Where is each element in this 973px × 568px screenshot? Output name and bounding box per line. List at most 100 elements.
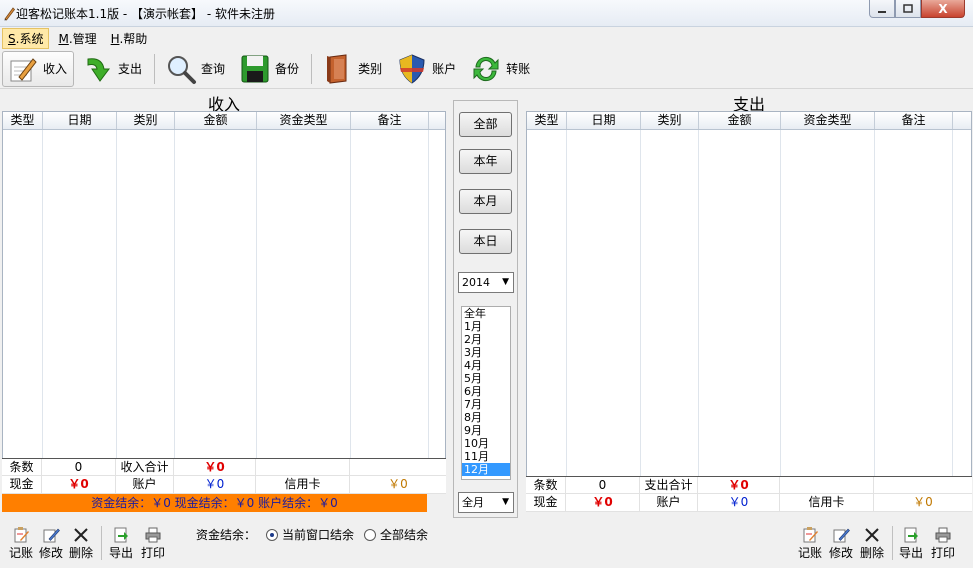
grid-column-line (117, 130, 175, 458)
category-button[interactable]: 类别 (318, 51, 388, 87)
month-item[interactable]: 12月 (462, 463, 510, 476)
count-label: 条数 (2, 459, 42, 475)
book-icon (327, 53, 347, 84)
print-button-right[interactable]: 打印 (928, 526, 958, 561)
month-item[interactable]: 全年 (462, 307, 510, 320)
maximize-button[interactable] (895, 0, 921, 18)
col-date[interactable]: 日期 (567, 112, 641, 129)
expense-grid[interactable]: 类型 日期 类别 金额 资金类型 备注 (526, 111, 972, 477)
month-item[interactable]: 9月 (462, 424, 510, 437)
account-button[interactable]: 账户 (392, 51, 462, 87)
magnifier-icon (168, 55, 197, 84)
edit-pen-icon (833, 528, 850, 543)
income-grid[interactable]: 类型 日期 类别 金额 资金类型 备注 (2, 111, 446, 459)
app-pen-icon (4, 7, 16, 21)
backup-label: 备份 (275, 62, 300, 76)
year-select-value: 2014 (462, 276, 490, 289)
edit-label: 修改 (38, 546, 63, 560)
delete-x-icon (74, 528, 88, 542)
edit-button-right[interactable]: 修改 (826, 526, 856, 561)
income-grid-body (3, 130, 429, 458)
month-item[interactable]: 11月 (462, 450, 510, 463)
col-date[interactable]: 日期 (43, 112, 117, 129)
menu-bar: S.系统 M.管理 H.帮助 (0, 27, 973, 49)
range-select[interactable]: 全月 ▼ (458, 492, 514, 513)
summary-empty (350, 459, 446, 475)
col-fund-type[interactable]: 资金类型 (257, 112, 351, 129)
transfer-button[interactable]: 转账 (466, 51, 536, 87)
date-filter-panel: 全部 本年 本月 本日 2014 ▼ 全年 1月 2月 3月 4月 5月 6月 7月 8月 9月 1… (453, 100, 518, 518)
filter-all-button[interactable]: 全部 (459, 112, 512, 137)
minimize-button[interactable] (869, 0, 895, 18)
grid-column-line (175, 130, 257, 458)
month-item[interactable]: 4月 (462, 359, 510, 372)
radio-current-label: 当前窗口结余 (282, 528, 355, 542)
grid-column-line (527, 130, 567, 476)
grid-column-line (257, 130, 351, 458)
delete-label: 删除 (859, 546, 884, 560)
category-label: 类别 (358, 62, 383, 76)
col-note[interactable]: 备注 (351, 112, 429, 129)
radio-current-window[interactable]: 当前窗口结余 (266, 526, 354, 543)
income-button[interactable]: 收入 (2, 50, 75, 87)
col-amount[interactable]: 金额 (175, 112, 257, 129)
record-button-left[interactable]: 记账 (6, 526, 36, 561)
bottom-toolbar: 记账 修改 删除 导出 打印 资金结余： 当前窗口结余 全部结余 记账 修改 删… (0, 520, 973, 568)
radio-unselected-icon (364, 528, 377, 541)
month-item[interactable]: 6月 (462, 385, 510, 398)
col-category[interactable]: 类别 (641, 112, 699, 129)
floppy-disk-icon (241, 55, 269, 82)
export-button-right[interactable]: 导出 (896, 526, 926, 561)
menu-manage[interactable]: M.管理 (53, 29, 101, 48)
edit-label: 修改 (828, 546, 853, 560)
filter-today-button[interactable]: 本日 (459, 229, 512, 254)
minimize-icon (878, 10, 886, 13)
expense-button[interactable]: 支出 (78, 51, 148, 87)
filter-this-year-button[interactable]: 本年 (459, 149, 512, 174)
month-item[interactable]: 2月 (462, 333, 510, 346)
query-button[interactable]: 查询 (161, 51, 231, 87)
delete-button-left[interactable]: 删除 (66, 526, 96, 561)
month-list[interactable]: 全年 1月 2月 3月 4月 5月 6月 7月 8月 9月 10月 11月 12月 (461, 306, 511, 480)
record-button-right[interactable]: 记账 (795, 526, 825, 561)
shield-icon (399, 53, 425, 84)
balance-summary-bar: 资金结余：￥0 现金结余：￥0 账户结余：￥0 (2, 494, 427, 512)
grid-column-line (699, 130, 781, 476)
backup-button[interactable]: 备份 (235, 51, 305, 87)
month-item[interactable]: 3月 (462, 346, 510, 359)
bottom-separator (892, 526, 893, 560)
month-item[interactable]: 1月 (462, 320, 510, 333)
export-label: 导出 (108, 546, 133, 560)
total-value: ￥0 (698, 477, 780, 493)
balance-scope-group: 资金结余： 当前窗口结余 全部结余 (196, 526, 428, 543)
col-note[interactable]: 备注 (875, 112, 953, 129)
summary-empty (874, 477, 972, 493)
close-button[interactable]: X (921, 0, 965, 18)
month-item[interactable]: 8月 (462, 411, 510, 424)
col-type[interactable]: 类型 (3, 112, 43, 129)
year-select[interactable]: 2014 ▼ (458, 272, 514, 293)
month-item[interactable]: 10月 (462, 437, 510, 450)
radio-selected-icon (266, 528, 279, 541)
delete-button-right[interactable]: 删除 (857, 526, 887, 561)
radio-all[interactable]: 全部结余 (364, 526, 428, 543)
col-category[interactable]: 类别 (117, 112, 175, 129)
close-icon: X (938, 1, 948, 16)
transfer-label: 转账 (506, 62, 531, 76)
menu-system[interactable]: S.系统 (2, 27, 50, 49)
edit-pen-icon (43, 528, 60, 543)
query-label: 查询 (201, 62, 226, 76)
cash-value: ￥0 (42, 476, 116, 493)
col-type[interactable]: 类型 (527, 112, 567, 129)
filter-this-month-button[interactable]: 本月 (459, 189, 512, 214)
export-button-left[interactable]: 导出 (106, 526, 136, 561)
col-fund-type[interactable]: 资金类型 (781, 112, 875, 129)
edit-button-left[interactable]: 修改 (36, 526, 66, 561)
total-label: 支出合计 (640, 477, 698, 493)
credit-value: ￥0 (388, 477, 408, 491)
month-item[interactable]: 7月 (462, 398, 510, 411)
menu-help[interactable]: H.帮助 (106, 29, 153, 48)
print-button-left[interactable]: 打印 (138, 526, 168, 561)
month-item[interactable]: 5月 (462, 372, 510, 385)
col-amount[interactable]: 金额 (699, 112, 781, 129)
